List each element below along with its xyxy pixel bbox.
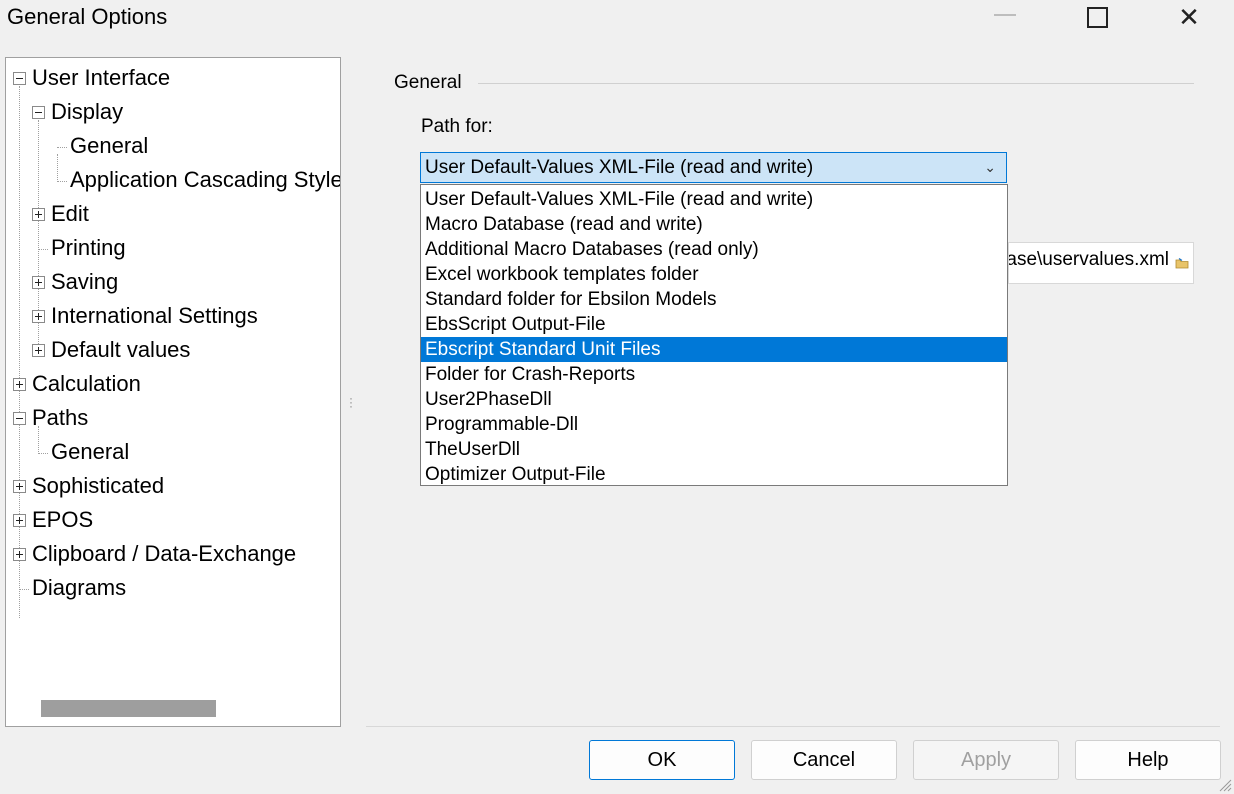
expand-icon[interactable] [13,378,26,391]
expand-icon[interactable] [13,514,26,527]
tree-item-label: Default values [51,337,191,362]
dropdown-option[interactable]: User Default-Values XML-File (read and w… [421,187,1007,212]
tree-connector [38,249,48,250]
dropdown-option[interactable]: Standard folder for Ebsilon Models [421,287,1007,312]
tree-item-label: Calculation [32,371,141,396]
expand-icon[interactable] [32,310,45,323]
dropdown-option[interactable]: TheUserDll [421,437,1007,462]
title-bar: General Options ✕ [0,0,1234,40]
splitter-grip[interactable]: · · · [349,392,353,412]
expand-icon[interactable] [32,208,45,221]
tree-item-label: User Interface [32,65,171,90]
tree-connector [19,589,29,590]
group-title: General [394,72,462,93]
tree-item-label: Clipboard / Data-Exchange [32,541,297,566]
path-value: C:\Ebsilon\Database\uservalues.xml [1009,249,1169,270]
tree-connector [57,147,67,148]
path-for-label: Path for: [421,116,493,137]
maximize-button[interactable] [1062,0,1132,36]
expand-icon[interactable] [32,276,45,289]
dropdown-option[interactable]: Additional Macro Databases (read only) [421,237,1007,262]
path-type-combobox[interactable]: User Default-Values XML-File (read and w… [420,152,1007,183]
dropdown-option[interactable]: User2PhaseDll [421,387,1007,412]
maximize-icon [1087,7,1108,28]
tree-item-label: Display [51,99,124,124]
cancel-button[interactable]: Cancel [751,740,897,780]
tree-item-label: General [70,133,149,158]
dropdown-option[interactable]: Programmable-Dll [421,412,1007,437]
path-input[interactable]: C:\Ebsilon\Database\uservalues.xml [1008,242,1194,284]
dropdown-option[interactable]: Excel workbook templates folder [421,262,1007,287]
options-tree[interactable]: User Interface Display General Applicati… [5,57,341,727]
tree-item-label: EPOS [32,507,94,532]
window-title: General Options [7,4,168,29]
collapse-icon[interactable] [13,412,26,425]
horizontal-scrollbar-thumb[interactable] [41,700,216,717]
ok-button[interactable]: OK [589,740,735,780]
resize-grip-icon[interactable] [1218,778,1232,792]
dropdown-option[interactable]: Optimizer Output-File [421,462,1007,487]
dropdown-option[interactable]: EbsScript Output-File [421,312,1007,337]
tree-connector [38,453,48,454]
group-divider [478,83,1194,84]
tree-item-label: Application Cascading Style Sheets [70,167,341,192]
minimize-button[interactable] [970,0,1040,36]
expand-icon[interactable] [32,344,45,357]
browse-folder-icon[interactable] [1175,257,1189,269]
close-icon: ✕ [1178,2,1200,32]
dropdown-option[interactable]: Macro Database (read and write) [421,212,1007,237]
tree-item-label: Edit [51,201,89,226]
expand-icon[interactable] [13,480,26,493]
dropdown-option[interactable]: Folder for Crash-Reports [421,362,1007,387]
dropdown-option-selected[interactable]: Ebscript Standard Unit Files [421,337,1007,362]
tree-item-label: Saving [51,269,119,294]
tree-connector [57,154,58,180]
tree-item-label: General [51,439,130,464]
collapse-icon[interactable] [13,72,26,85]
chevron-down-icon[interactable]: ⌄ [984,153,996,182]
path-type-dropdown-list[interactable]: User Default-Values XML-File (read and w… [420,184,1008,486]
expand-icon[interactable] [13,548,26,561]
minimize-icon [994,14,1016,16]
tree-item-label: Diagrams [32,575,127,600]
close-button[interactable]: ✕ [1154,0,1224,36]
combo-value: User Default-Values XML-File (read and w… [425,157,814,178]
tree-item-label: Printing [51,235,126,260]
tree-item-label: Sophisticated [32,473,165,498]
apply-button: Apply [913,740,1059,780]
help-button[interactable]: Help [1075,740,1221,780]
tree-item-label: International Settings [51,303,258,328]
button-bar-divider [366,726,1220,727]
tree-item-label: Paths [32,405,89,430]
collapse-icon[interactable] [32,106,45,119]
tree-connector [57,181,67,182]
tree-connector [19,86,20,618]
